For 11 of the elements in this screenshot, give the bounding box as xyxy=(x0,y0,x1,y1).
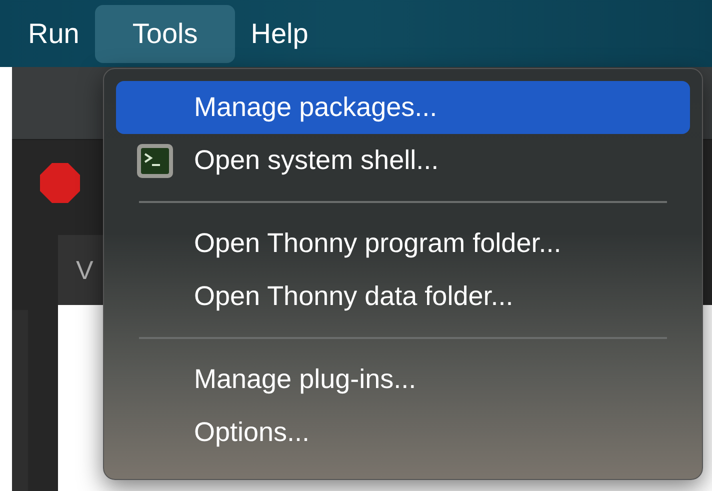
menu-item[interactable]: Manage packages... xyxy=(116,81,690,134)
menu-item[interactable]: Open system shell... xyxy=(116,134,690,187)
menu-bar-item[interactable]: Tools xyxy=(95,4,235,62)
stop-icon[interactable] xyxy=(39,162,81,204)
menu-bar-item[interactable]: Help xyxy=(236,4,322,62)
menu-item[interactable]: Manage plug-ins... xyxy=(116,353,690,406)
menu-item[interactable]: Options... xyxy=(116,406,690,459)
menu-bar-item[interactable]: Run xyxy=(14,4,94,62)
menu-item[interactable]: Open Thonny program folder... xyxy=(116,217,690,270)
menu-item[interactable]: Open Thonny data folder... xyxy=(116,270,690,323)
terminal-icon xyxy=(136,142,174,178)
